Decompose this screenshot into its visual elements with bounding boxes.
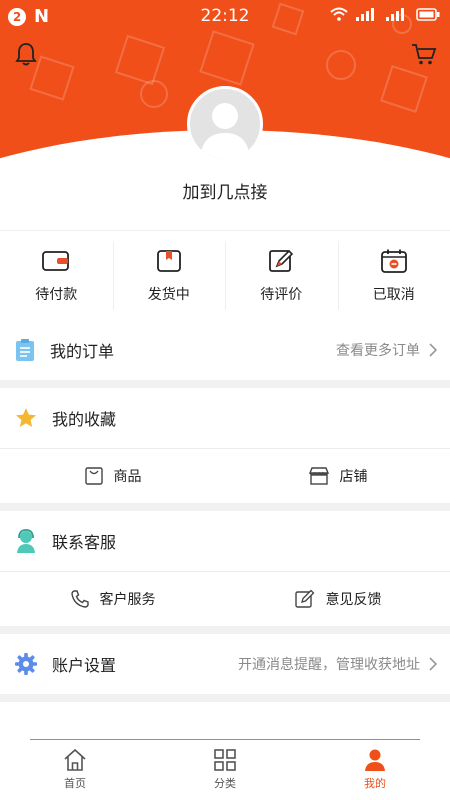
battery-icon <box>416 7 440 21</box>
account-settings-section: 账户设置 开通消息提醒，管理收获地址 <box>0 634 450 694</box>
signal-icon <box>386 8 404 21</box>
wallet-icon <box>42 250 70 271</box>
account-settings-row[interactable]: 账户设置 开通消息提醒，管理收获地址 <box>0 634 450 694</box>
status-bar: 2 N 22:12 <box>0 0 450 32</box>
spacer-block <box>0 702 450 739</box>
order-status-row: 待付款 发货中 待评价 已取消 <box>0 230 450 320</box>
favorites-section: 我的收藏 商品 店铺 <box>0 388 450 503</box>
support-agent-icon <box>17 529 35 553</box>
customer-service-label: 客户服务 <box>99 592 156 608</box>
tab-home[interactable]: 首页 <box>0 739 150 800</box>
feedback-label: 意见反馈 <box>325 592 382 608</box>
view-more-orders-text: 查看更多订单 <box>336 343 420 359</box>
favorite-stores-label: 店铺 <box>339 469 368 485</box>
cart-icon[interactable] <box>410 40 438 68</box>
calendar-cancel-icon <box>380 249 407 273</box>
section-title: 我的收藏 <box>52 410 117 429</box>
customer-service-section: 联系客服 客户服务 意见反馈 <box>0 511 450 626</box>
bottom-tab-bar: 首页 分类 我的 <box>0 739 450 800</box>
gear-icon <box>15 653 37 675</box>
order-status-label: 待评价 <box>260 286 303 303</box>
profile-header: 2 N 22:12 加到几点接 <box>0 0 450 230</box>
chevron-right-icon <box>429 657 438 671</box>
customer-service-row[interactable]: 联系客服 <box>0 511 450 571</box>
wifi-icon <box>330 7 348 21</box>
account-settings-hint-text: 开通消息提醒，管理收获地址 <box>238 657 420 673</box>
favorite-stores-button[interactable]: 店铺 <box>225 449 450 503</box>
order-status-label: 发货中 <box>147 286 190 303</box>
decor-shape <box>114 34 166 86</box>
order-status-cancelled[interactable]: 已取消 <box>337 231 450 320</box>
section-title: 我的订单 <box>50 342 115 361</box>
store-icon <box>308 467 329 485</box>
bag-icon <box>84 467 103 485</box>
home-icon <box>64 748 86 771</box>
grid-icon <box>214 749 236 771</box>
username: 加到几点接 <box>182 183 268 203</box>
star-icon <box>16 408 36 427</box>
phone-icon <box>70 590 89 608</box>
tab-label: 我的 <box>364 777 386 790</box>
bell-icon[interactable] <box>12 40 40 68</box>
feedback-edit-icon <box>294 589 314 608</box>
my-orders-section: 我的订单 查看更多订单 <box>0 320 450 380</box>
chevron-right-icon <box>429 343 438 357</box>
decor-shape <box>326 50 356 80</box>
favorites-sub-row: 商品 店铺 <box>0 448 450 503</box>
order-status-pending-review[interactable]: 待评价 <box>225 231 338 320</box>
section-title: 账户设置 <box>52 656 117 675</box>
tab-label: 分类 <box>214 777 236 790</box>
order-status-label: 已取消 <box>372 286 415 303</box>
favorites-row[interactable]: 我的收藏 <box>0 388 450 448</box>
favorite-products-button[interactable]: 商品 <box>0 449 225 503</box>
order-status-shipping[interactable]: 发货中 <box>112 231 226 320</box>
signal-icon <box>356 8 374 21</box>
decor-shape <box>140 80 168 108</box>
tab-label: 首页 <box>64 777 86 790</box>
user-icon <box>365 749 385 771</box>
default-avatar-icon <box>200 103 250 159</box>
avatar[interactable] <box>187 86 263 162</box>
view-more-orders-link[interactable]: 查看更多订单 <box>336 340 438 360</box>
tab-mine[interactable]: 我的 <box>300 739 450 800</box>
package-icon <box>156 249 181 272</box>
decor-shape <box>380 65 428 113</box>
decor-shape <box>199 30 255 86</box>
clipboard-icon <box>16 339 34 361</box>
order-status-label: 待付款 <box>35 286 78 303</box>
my-orders-row[interactable]: 我的订单 查看更多订单 <box>0 320 450 380</box>
customer-service-sub-row: 客户服务 意见反馈 <box>0 571 450 626</box>
account-settings-hint[interactable]: 开通消息提醒，管理收获地址 <box>238 654 438 674</box>
feedback-button[interactable]: 意见反馈 <box>225 572 450 626</box>
favorite-products-label: 商品 <box>113 469 142 485</box>
section-title: 联系客服 <box>52 533 117 552</box>
order-status-pending-payment[interactable]: 待付款 <box>0 231 113 320</box>
tab-category[interactable]: 分类 <box>150 739 300 800</box>
tabbar-divider <box>30 739 420 740</box>
review-edit-icon <box>269 249 294 272</box>
customer-service-button[interactable]: 客户服务 <box>0 572 225 626</box>
